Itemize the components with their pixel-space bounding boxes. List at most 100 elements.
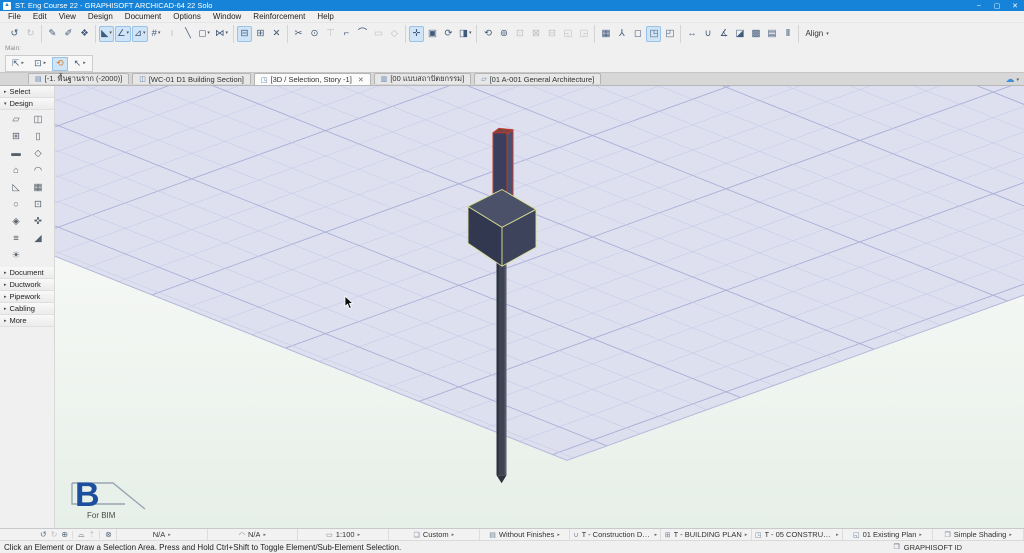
snap-guides-icon[interactable]: ∠ ▾ (115, 25, 132, 42)
menu-window[interactable]: Window (207, 11, 247, 22)
set-orientation-icon[interactable]: ⊚ (496, 26, 511, 42)
relink-home-story-icon[interactable]: ◱ (560, 26, 575, 42)
quick-renovation-filter-select[interactable]: ◱ 01 Existing Plan ▸ (843, 529, 934, 540)
pick-up-parameters-icon[interactable]: ✎ (45, 26, 60, 42)
link-elements-icon[interactable]: ⊡ (512, 26, 527, 42)
grid-element-tool[interactable]: ⊡ (30, 198, 46, 211)
curtain-wall-tool[interactable]: ▦ (30, 181, 46, 194)
wall-tool[interactable]: ▱ (8, 113, 24, 126)
intersect-icon[interactable]: ⌐ (339, 26, 354, 42)
element-snap-icon[interactable]: ⋈ ▾ (213, 26, 230, 42)
trim-icon[interactable]: ⊤ (323, 26, 338, 42)
zoom-fit-icon[interactable]: ⊗ (99, 530, 112, 539)
mirror-icon[interactable]: ◨ ▾ (457, 26, 474, 42)
column-tool[interactable]: ▯ (30, 130, 46, 143)
toolbox-section-pipework[interactable]: ▸ Pipework (0, 291, 54, 303)
story-link-icon[interactable]: ⊟ (544, 26, 559, 42)
parameter-transfer-icon[interactable]: ❖ (77, 26, 92, 42)
menu-edit[interactable]: Edit (27, 11, 53, 22)
guide-lines-icon[interactable]: ◣ ▾ (99, 25, 114, 42)
grid-snap-icon[interactable]: # ▾ (149, 26, 164, 42)
slab-tool[interactable]: ◇ (30, 147, 46, 160)
beam-tool[interactable]: ▬ (8, 147, 24, 160)
rotate-icon[interactable]: ⟳ (441, 26, 456, 42)
align-button[interactable]: Align ▾ (799, 29, 834, 38)
unlink-elements-icon[interactable]: ⊠ (528, 26, 543, 42)
window-tool[interactable]: ⊞ (8, 130, 24, 143)
tab-close-icon[interactable]: ✕ (358, 76, 364, 84)
marquee-icon[interactable]: ◻ ▾ (197, 26, 212, 42)
fill-icon[interactable]: ◪ (732, 26, 747, 42)
camera-position-icon[interactable]: ⌓ (72, 530, 84, 539)
dimension-icon[interactable]: ↔ (684, 26, 699, 42)
menu-options[interactable]: Options (167, 11, 207, 22)
quick-structure-display-select[interactable]: N/A ▸ (117, 529, 208, 540)
perspective-view-icon[interactable]: ◻ (630, 26, 645, 42)
quick-layer-combination-select[interactable]: ⊞ T - BUILDING PLAN ▸ (661, 529, 752, 540)
undo-icon[interactable]: ↺ (7, 26, 22, 42)
quick-dimension-style-select[interactable]: ❏ Custom ▸ (389, 529, 480, 540)
move-icon[interactable]: ✛ (408, 25, 424, 42)
quick-graphic-override-select[interactable]: ◠ N/A ▸ (208, 529, 299, 540)
maximize-button[interactable]: ▢ (988, 0, 1006, 11)
menu-file[interactable]: File (2, 11, 27, 22)
quick-partial-structure-select[interactable]: ▤ Without Finishes ▸ (480, 529, 571, 540)
quick-model-view-options-select[interactable]: ◳T - 05 CONSTRUCTION...▸ (752, 529, 843, 540)
morph-tool[interactable]: ◈ (8, 215, 24, 228)
minimize-button[interactable]: – (970, 0, 988, 11)
toolbox-section-select[interactable]: ▸ Select (0, 86, 54, 98)
walk-mode-icon[interactable]: ⅄ (614, 26, 629, 42)
schedule-icon[interactable]: ▦ (598, 26, 613, 42)
grid-system-icon[interactable]: ▤ (764, 26, 779, 42)
menu-reinforcement[interactable]: Reinforcement (247, 11, 311, 22)
zone-tool[interactable]: ○ (8, 198, 24, 211)
arrow-tool-button[interactable]: ↖ ▸ (70, 57, 90, 71)
tab-building-section[interactable]: ◫ [WC-01 D1 Building Section] (132, 73, 251, 84)
show-3d-window-icon[interactable]: ◳ (646, 25, 662, 42)
toolbox-section-ductwork[interactable]: ▸ Ductwork (0, 279, 54, 291)
split-icon[interactable]: ✂ (291, 26, 306, 42)
door-tool[interactable]: ◫ (30, 113, 46, 126)
back-icon[interactable]: ↺ (40, 530, 47, 539)
object-tool[interactable]: ✜ (30, 215, 46, 228)
tab-story-foundation[interactable]: ▤ [-1. พื้นฐานราก (-2000)] (28, 73, 130, 84)
forward-icon[interactable]: ↻ (51, 530, 58, 539)
group-icon[interactable]: ⊞ (253, 26, 268, 42)
roof-tool[interactable]: ⌂ (8, 164, 24, 177)
gravity-icon[interactable]: ≀ (165, 26, 180, 42)
tab-drawing-architecture[interactable]: ▥ [00 แบบสถาปัตยกรรม] (373, 73, 472, 84)
tab-layout-general-architecture[interactable]: ▱ [01 A-001 General Architecture] (474, 73, 602, 84)
ungroup-icon[interactable]: ✕ (269, 26, 284, 42)
toolbox-section-more[interactable]: ▸ More (0, 315, 54, 327)
menu-design[interactable]: Design (82, 11, 119, 22)
toolbox-section-document[interactable]: ▸ Document (0, 267, 54, 279)
quick-scale-select[interactable]: ▭ 1:100 ▸ (298, 529, 389, 540)
resize-icon[interactable]: ▭ (371, 26, 386, 42)
mesh-tool[interactable]: ◺ (8, 181, 24, 194)
suspend-groups-icon[interactable]: ⊟ (236, 25, 252, 42)
quick-pen-set-select[interactable]: ∪T - Construction Drawi...▸ (570, 529, 662, 540)
menu-help[interactable]: Help (311, 11, 339, 22)
rebuild-icon[interactable]: ⟲ (480, 26, 495, 42)
graphisoft-id-button[interactable]: ❐ GRAPHISOFT ID (894, 543, 962, 552)
tab-switcher[interactable]: ☁ ▾ (1000, 74, 1024, 85)
menu-view[interactable]: View (53, 11, 82, 22)
stair-tool[interactable]: ≡ (8, 232, 24, 245)
zoom-in-icon[interactable]: ⊕ (61, 530, 68, 539)
walk-icon[interactable]: ⇡ (88, 530, 95, 539)
adjust-icon[interactable]: ⊙ (307, 26, 322, 42)
level-dimension-icon[interactable]: ∪ (700, 26, 715, 42)
lamp-tool[interactable]: ☀ (8, 249, 24, 262)
magic-wand-icon[interactable]: ╲ (181, 26, 196, 42)
fillet-icon[interactable]: ⌒ (355, 26, 370, 42)
menu-document[interactable]: Document (119, 11, 167, 22)
marquee-tool-button[interactable]: ⊡ ▸ (30, 57, 50, 71)
snap-points-icon[interactable]: ⊿ ▾ (132, 25, 148, 42)
inject-parameters-icon[interactable]: ✐ (61, 26, 76, 42)
3d-scene[interactable] (55, 86, 1024, 528)
pile-element[interactable] (496, 243, 507, 484)
toolbox-section-cabling[interactable]: ▸ Cabling (0, 303, 54, 315)
quick-3d-style-select[interactable]: ❐ Simple Shading ▸ (933, 529, 1024, 540)
toolbox-section-design[interactable]: ▾ Design (0, 98, 54, 110)
angle-dimension-icon[interactable]: ∡ (716, 26, 731, 42)
